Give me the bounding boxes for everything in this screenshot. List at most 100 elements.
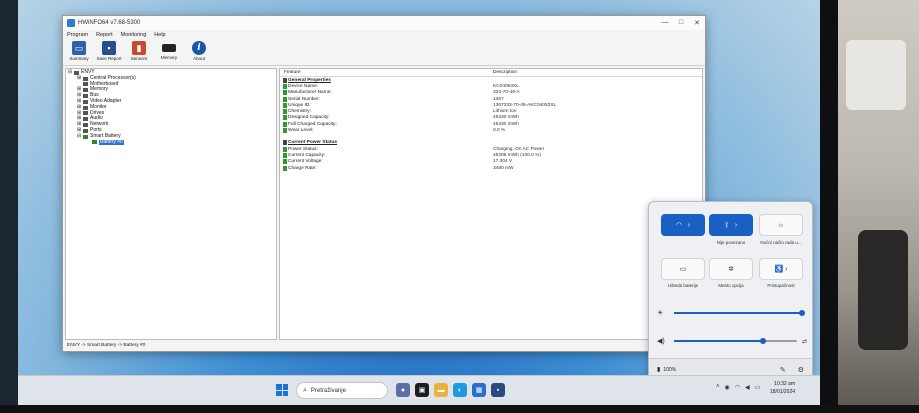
tree-node[interactable]: Battery #0 xyxy=(68,138,274,146)
wifi-tray-icon[interactable]: ◠ xyxy=(735,384,740,391)
feature-value: 45330 mWh xyxy=(493,121,519,127)
feature-value: KC04053XL xyxy=(493,83,519,89)
chevron-right-icon[interactable]: › xyxy=(688,222,690,229)
battery-icon xyxy=(283,146,287,152)
menu-report[interactable]: Report xyxy=(96,32,113,38)
task-view-icon[interactable]: ▣ xyxy=(415,383,429,397)
night-light-label: Noćni način rada u... xyxy=(760,240,802,245)
battery-icon xyxy=(283,90,287,96)
menu-monitoring[interactable]: Monitoring xyxy=(121,32,147,38)
feature-label: Power Status: xyxy=(288,146,318,152)
volume-track[interactable] xyxy=(674,338,797,344)
focus-icon: ✲ xyxy=(728,266,734,273)
focus-toggle[interactable]: ✲ xyxy=(709,258,753,280)
settings-icon[interactable]: ⚙ xyxy=(798,366,804,374)
tray-overflow-icon[interactable]: ˄ xyxy=(716,384,720,391)
monitor-icon: ▭ xyxy=(72,41,86,55)
device-icon xyxy=(83,111,88,116)
volume-tray-icon[interactable]: ◀ xyxy=(745,384,750,391)
battery-icon xyxy=(283,83,287,89)
main-panes: ⊟ ENVY ⊞ Central Processor(s) Motherboard ⊞ Me… xyxy=(65,68,703,340)
battery-icon xyxy=(283,165,287,171)
device-icon xyxy=(83,117,88,122)
feature-value: 0.0 % xyxy=(493,128,506,134)
column-description[interactable]: Description xyxy=(493,70,517,75)
copilot-icon[interactable]: ● xyxy=(396,383,410,397)
menu-bar: Program Report Monitoring Help xyxy=(63,30,705,40)
clock[interactable]: 10:32 am 18/01/2024 xyxy=(770,380,795,396)
battery-icon xyxy=(283,115,287,121)
save-report-button[interactable]: ▪ Save Report xyxy=(96,40,122,61)
audio-output-icon[interactable]: ⇄ xyxy=(802,338,807,345)
column-feature[interactable]: Feature xyxy=(280,70,493,75)
chevron-right-icon[interactable]: › xyxy=(735,222,737,229)
file-explorer-icon[interactable]: ▬ xyxy=(434,383,448,397)
feature-value: 3480 mW xyxy=(493,165,514,171)
sensors-button[interactable]: ▮ Sensors xyxy=(126,40,152,61)
battery-percent[interactable]: 100% xyxy=(663,367,676,373)
brightness-track[interactable] xyxy=(674,310,805,316)
details-header: Feature Description xyxy=(280,69,702,77)
clock-date: 18/01/2024 xyxy=(770,389,796,395)
bluetooth-toggle[interactable]: ᛒ › xyxy=(709,214,753,236)
volume-knob[interactable] xyxy=(759,338,766,344)
summary-button[interactable]: ▭ Summary xyxy=(66,40,92,61)
battery-saver-icon: ▭ xyxy=(679,266,687,273)
memory-button[interactable]: Memory xyxy=(156,40,182,60)
feature-value: 1367333-70-49-AKC04053XL xyxy=(493,102,557,108)
device-icon xyxy=(83,88,88,93)
detail-row[interactable]: Charge Rate: 3480 mW xyxy=(280,165,702,171)
quick-settings-panel: ◠ › ᛒ › Nije povezano ☼ Noćni način rada… xyxy=(648,201,813,381)
maximize-button[interactable]: □ xyxy=(673,19,689,27)
brightness-knob[interactable] xyxy=(799,310,805,316)
edit-icon[interactable]: ✎ xyxy=(780,366,786,374)
wifi-toggle[interactable]: ◠ › xyxy=(661,214,705,236)
bluetooth-label: Nije povezano xyxy=(716,240,746,245)
feature-label: Current Voltage: xyxy=(288,159,323,165)
minimize-button[interactable]: — xyxy=(657,19,673,27)
feature-label: Chemistry: xyxy=(288,109,311,115)
battery-saver-toggle[interactable]: ▭ xyxy=(661,258,705,280)
about-button[interactable]: i About xyxy=(186,40,212,61)
hwinfo-taskbar-icon[interactable]: ▪ xyxy=(491,383,505,397)
monitor-bezel-right xyxy=(820,0,838,413)
floppy-icon: ▪ xyxy=(102,41,116,55)
feature-value: 1367 xyxy=(493,96,504,102)
status-bar: ENVY -> Smart Battery -> Battery #0 xyxy=(67,342,146,348)
feature-label: Serial Number: xyxy=(288,96,320,102)
feature-label: Unique ID: xyxy=(288,102,311,108)
edge-icon[interactable]: ◐ xyxy=(453,383,467,397)
store-icon[interactable]: ▦ xyxy=(472,383,486,397)
volume-slider[interactable]: ◀) ⇄ xyxy=(657,336,807,346)
group-icon xyxy=(283,77,287,83)
feature-value: Lithium Ion xyxy=(493,109,517,115)
search-box[interactable]: ⌕ Pretraživanje xyxy=(296,382,388,399)
memory-chip-icon xyxy=(162,44,176,52)
night-light-toggle[interactable]: ☼ xyxy=(759,214,803,236)
chevron-right-icon[interactable]: › xyxy=(785,266,787,273)
search-icon: ⌕ xyxy=(303,386,307,394)
device-icon xyxy=(83,76,88,81)
battery-saver-label: Ušteda baterije xyxy=(667,283,699,288)
device-icon xyxy=(83,123,88,128)
app-icon xyxy=(67,19,75,27)
battery-tray-icon[interactable]: ▭ xyxy=(755,384,761,391)
brightness-icon: ☼ xyxy=(777,221,785,229)
close-button[interactable]: ✕ xyxy=(689,19,705,27)
system-tray: ˄ ◉ ◠ ◀ ▭ xyxy=(716,384,760,391)
start-button[interactable] xyxy=(276,384,288,396)
tray-app-icon[interactable]: ◉ xyxy=(725,384,730,391)
feature-label: Designed Capacity: xyxy=(288,115,330,121)
device-tree[interactable]: ⊟ ENVY ⊞ Central Processor(s) Motherboard ⊞ Me… xyxy=(65,68,277,340)
feature-value: Charging, On AC Power xyxy=(493,146,545,152)
brightness-slider[interactable]: ☀ xyxy=(657,308,807,318)
tree-node-label: Battery #0 xyxy=(99,138,124,146)
focus-label: Mesto opcija xyxy=(718,283,744,288)
speaker-icon: ◀) xyxy=(657,338,665,345)
accessibility-toggle[interactable]: ♿ › xyxy=(759,258,803,280)
title-bar[interactable]: HWiNFO64 v7.68-5300 — □ ✕ xyxy=(63,16,705,30)
accessibility-label: Pristupačnost xyxy=(767,283,795,288)
menu-program[interactable]: Program xyxy=(67,32,88,38)
device-icon xyxy=(83,99,88,104)
menu-help[interactable]: Help xyxy=(154,32,165,38)
